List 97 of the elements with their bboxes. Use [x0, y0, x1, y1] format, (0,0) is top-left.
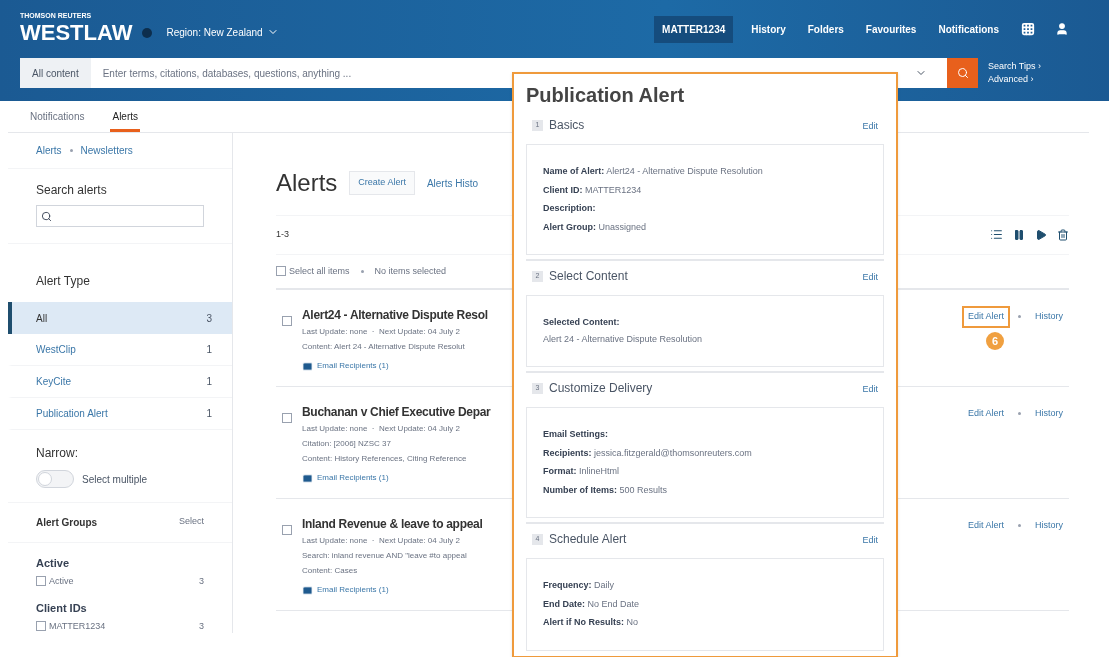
alert-detail: Last Update: none · Next Update: 04 July 2: [302, 535, 461, 547]
field-text: Client ID: MATTER1234: [543, 183, 643, 197]
alerts-history-link[interactable]: Alerts Histo: [426, 175, 478, 191]
scope-selector[interactable]: All content: [20, 58, 91, 88]
checkbox[interactable]: [36, 621, 46, 632]
section-title: Customize Delivery: [549, 380, 653, 397]
edit-alert-link[interactable]: Edit Alert: [961, 515, 1010, 537]
checkbox[interactable]: [282, 413, 292, 423]
alert-detail: Content: History References, Citing Reference: [302, 453, 468, 465]
search-link[interactable]: Advanced ›: [988, 73, 1042, 86]
filter-label: MATTER1234: [49, 619, 106, 633]
alert-title[interactable]: Buchanan v Chief Executive Depar: [302, 403, 491, 421]
email-recipients-link[interactable]: Email Recipients (1): [302, 466, 491, 484]
field-text: Frequency: Daily: [543, 579, 616, 592]
filter-count: 3: [199, 574, 204, 588]
checkbox[interactable]: [282, 316, 292, 326]
mail-icon: [302, 584, 313, 596]
section-heading: Alert Type: [35, 273, 91, 290]
field-text: Alert Group: Unassigned: [543, 220, 648, 234]
step-badge: 6: [985, 332, 1004, 350]
edit-link[interactable]: Edit: [862, 267, 878, 285]
field-text: Number of Items: 500 Results: [543, 483, 669, 497]
checkbox[interactable]: [36, 576, 46, 587]
search-icon: [41, 210, 52, 222]
alert-detail: Last Update: none · Next Update: 04 July 2: [302, 326, 461, 338]
search-icon: [956, 67, 969, 79]
field-text: Selected Content: Alert 24 - Alternative Dispute Resolution: [543, 316, 704, 346]
nav-link[interactable]: Favourites: [857, 15, 925, 43]
section-title: Select Content: [549, 268, 628, 285]
section-title: Schedule Alert: [549, 531, 627, 548]
alert-title[interactable]: Alert24 - Alternative Dispute Resol: [302, 306, 488, 324]
filter-count: 3: [199, 619, 204, 633]
search-button[interactable]: [947, 58, 978, 88]
search-field[interactable]: [36, 205, 204, 227]
history-link[interactable]: History: [1029, 306, 1069, 328]
alert-detail: Last Update: none · Next Update: 04 July 2: [302, 423, 461, 435]
alert-type-item[interactable]: All 3: [8, 302, 232, 334]
selection-status: No items selected: [374, 264, 447, 278]
alert-title[interactable]: Inland Revenue & leave to appeal: [302, 515, 483, 533]
list-view-icon[interactable]: [990, 228, 1003, 242]
page-title: Alerts: [276, 168, 338, 198]
mail-icon: [302, 472, 313, 484]
result-range: 1-3: [276, 228, 289, 241]
delete-icon[interactable]: [1057, 228, 1069, 241]
select-link[interactable]: Select: [179, 515, 204, 530]
user-icon[interactable]: [1055, 22, 1069, 36]
region-selector[interactable]: Region: New Zealand: [166, 24, 279, 40]
breadcrumb-link[interactable]: Alerts: [36, 143, 62, 158]
alert-type-item[interactable]: Publication Alert 1: [8, 398, 232, 430]
alert-detail: Search: inland revenue AND "leave #to appeal: [302, 550, 468, 562]
edit-alert-link[interactable]: Edit Alert: [961, 306, 1010, 328]
checkbox[interactable]: [282, 525, 292, 535]
history-link[interactable]: History: [1029, 515, 1069, 537]
checkbox[interactable]: [276, 266, 286, 277]
history-link[interactable]: History: [1029, 403, 1069, 425]
section-heading: Narrow:: [35, 445, 79, 462]
alert-detail: Content: Cases: [302, 565, 359, 577]
breadcrumb-link[interactable]: Newsletters: [80, 143, 133, 158]
section-title: Basics: [549, 117, 585, 134]
email-recipients-link[interactable]: Email Recipients (1): [302, 354, 488, 372]
tab[interactable]: Alerts: [110, 109, 141, 132]
field-text: Alert if No Results: No: [543, 616, 640, 629]
mail-icon: [302, 360, 313, 372]
search-link[interactable]: Search Tips ›: [988, 60, 1042, 73]
brand-logo[interactable]: WESTLAW: [20, 18, 133, 47]
field-text: Format: InlineHtml: [543, 465, 620, 478]
client-id-chip[interactable]: MATTER1234: [654, 15, 734, 43]
alert-type-item[interactable]: KeyCite 1: [8, 366, 232, 398]
field-text: End Date: No End Date: [543, 597, 641, 611]
toggle-label: Select multiple: [82, 472, 148, 487]
nav-link[interactable]: Notifications: [930, 15, 1007, 43]
pause-icon[interactable]: [1013, 228, 1025, 241]
edit-link[interactable]: Edit: [862, 116, 878, 134]
field-text: Name of Alert: Alert24 - Alternative Dispute Resolution: [543, 165, 764, 178]
field-text: Recipients: jessica.fitzgerald@thomsonreuters.com: [543, 446, 753, 460]
create-alert-button[interactable]: Create Alert: [349, 171, 415, 195]
field-text: Email Settings:: [543, 428, 609, 441]
filter-heading: Active: [36, 556, 71, 571]
alert-detail: Content: Alert 24 - Alternative Dispute Resolut: [302, 341, 466, 353]
email-recipients-link[interactable]: Email Recipients (1): [302, 578, 483, 596]
edit-link[interactable]: Edit: [862, 530, 878, 548]
toggle-switch[interactable]: [36, 470, 74, 488]
edit-alert-link[interactable]: Edit Alert: [961, 403, 1010, 425]
select-all-label: Select all items: [289, 264, 350, 278]
nav-link[interactable]: Folders: [799, 15, 852, 43]
alert-detail: Citation: [2006] NZSC 37: [302, 438, 392, 450]
edit-link[interactable]: Edit: [862, 379, 878, 397]
nav-link[interactable]: History: [743, 15, 794, 43]
tab[interactable]: Notifications: [28, 109, 87, 132]
filter-heading: Client IDs: [36, 601, 88, 616]
section-heading: Search alerts: [36, 182, 108, 199]
section-heading: Alert Groups: [36, 516, 98, 530]
filter-label: Active: [49, 574, 74, 588]
apps-grid-icon[interactable]: [1021, 22, 1035, 36]
play-icon[interactable]: [1035, 228, 1047, 241]
field-text: Description:: [543, 202, 597, 215]
alert-type-item[interactable]: WestClip 1: [8, 334, 232, 366]
